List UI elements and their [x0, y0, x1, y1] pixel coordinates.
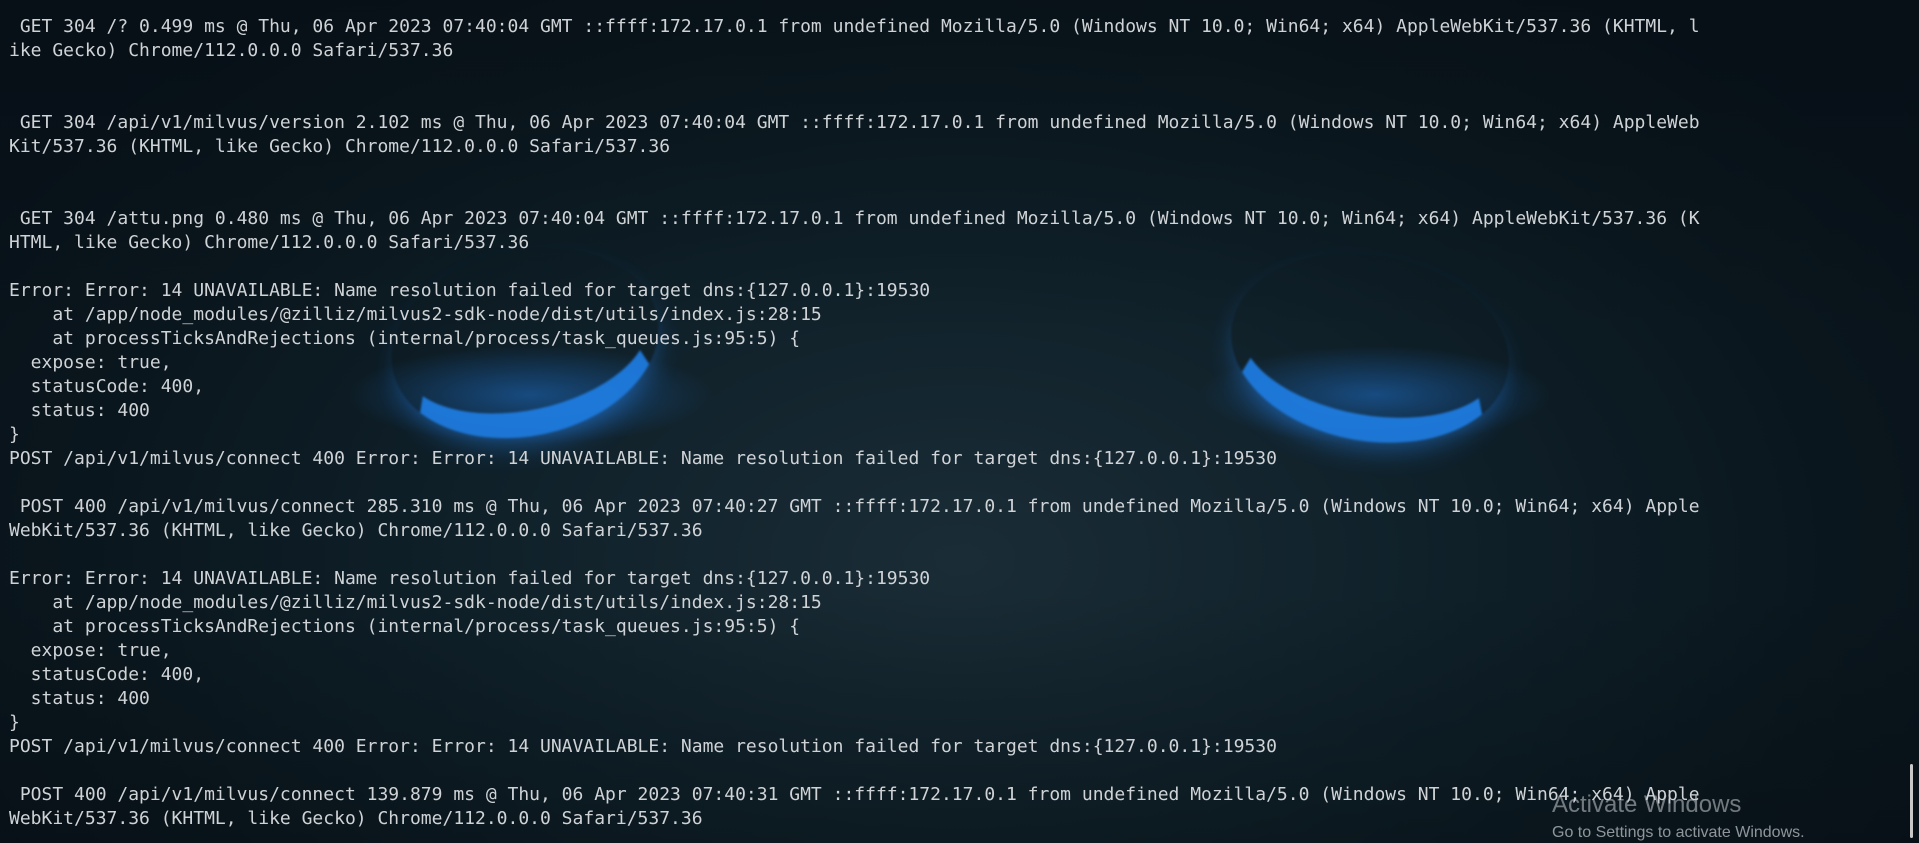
- terminal-line: POST /api/v1/milvus/connect 400 Error: E…: [9, 448, 1277, 469]
- terminal-line: status: 400: [9, 688, 150, 709]
- terminal-line: Kit/537.36 (KHTML, like Gecko) Chrome/11…: [9, 136, 671, 157]
- watermark-title: Activate Windows: [1552, 791, 1742, 818]
- terminal-line: GET 304 /? 0.499 ms @ Thu, 06 Apr 2023 0…: [9, 16, 1700, 37]
- watermark-subtitle: Go to Settings to activate Windows.: [1552, 824, 1805, 841]
- terminal-line: at /app/node_modules/@zilliz/milvus2-sdk…: [9, 592, 822, 613]
- terminal-line: ike Gecko) Chrome/112.0.0.0 Safari/537.3…: [9, 40, 454, 61]
- terminal-line: at /app/node_modules/@zilliz/milvus2-sdk…: [9, 304, 822, 325]
- terminal-line: WebKit/537.36 (KHTML, like Gecko) Chrome…: [9, 520, 703, 541]
- terminal-output: GET 304 /? 0.499 ms @ Thu, 06 Apr 2023 0…: [9, 15, 1884, 831]
- terminal-line: HTML, like Gecko) Chrome/112.0.0.0 Safar…: [9, 232, 530, 253]
- terminal-line: GET 304 /attu.png 0.480 ms @ Thu, 06 Apr…: [9, 208, 1700, 229]
- terminal-line: statusCode: 400,: [9, 664, 205, 685]
- terminal-line: at processTicksAndRejections (internal/p…: [9, 328, 801, 349]
- terminal-line: Error: Error: 14 UNAVAILABLE: Name resol…: [9, 280, 931, 301]
- terminal-line: }: [9, 424, 20, 445]
- terminal-line: expose: true,: [9, 640, 172, 661]
- terminal-scrollbar[interactable]: [1910, 764, 1913, 838]
- activate-windows-watermark: Activate Windows Go to Settings to activ…: [1552, 790, 1805, 843]
- terminal-line: POST /api/v1/milvus/connect 400 Error: E…: [9, 736, 1277, 757]
- terminal-line: Error: Error: 14 UNAVAILABLE: Name resol…: [9, 568, 931, 589]
- terminal-line: }: [9, 712, 20, 733]
- terminal-line: POST 400 /api/v1/milvus/connect 285.310 …: [9, 496, 1700, 517]
- terminal-line: statusCode: 400,: [9, 376, 205, 397]
- terminal-line: at processTicksAndRejections (internal/p…: [9, 616, 801, 637]
- terminal-line: GET 304 /api/v1/milvus/version 2.102 ms …: [9, 112, 1700, 133]
- terminal-window[interactable]: GET 304 /? 0.499 ms @ Thu, 06 Apr 2023 0…: [0, 0, 1919, 843]
- terminal-line: status: 400: [9, 400, 150, 421]
- terminal-line: expose: true,: [9, 352, 172, 373]
